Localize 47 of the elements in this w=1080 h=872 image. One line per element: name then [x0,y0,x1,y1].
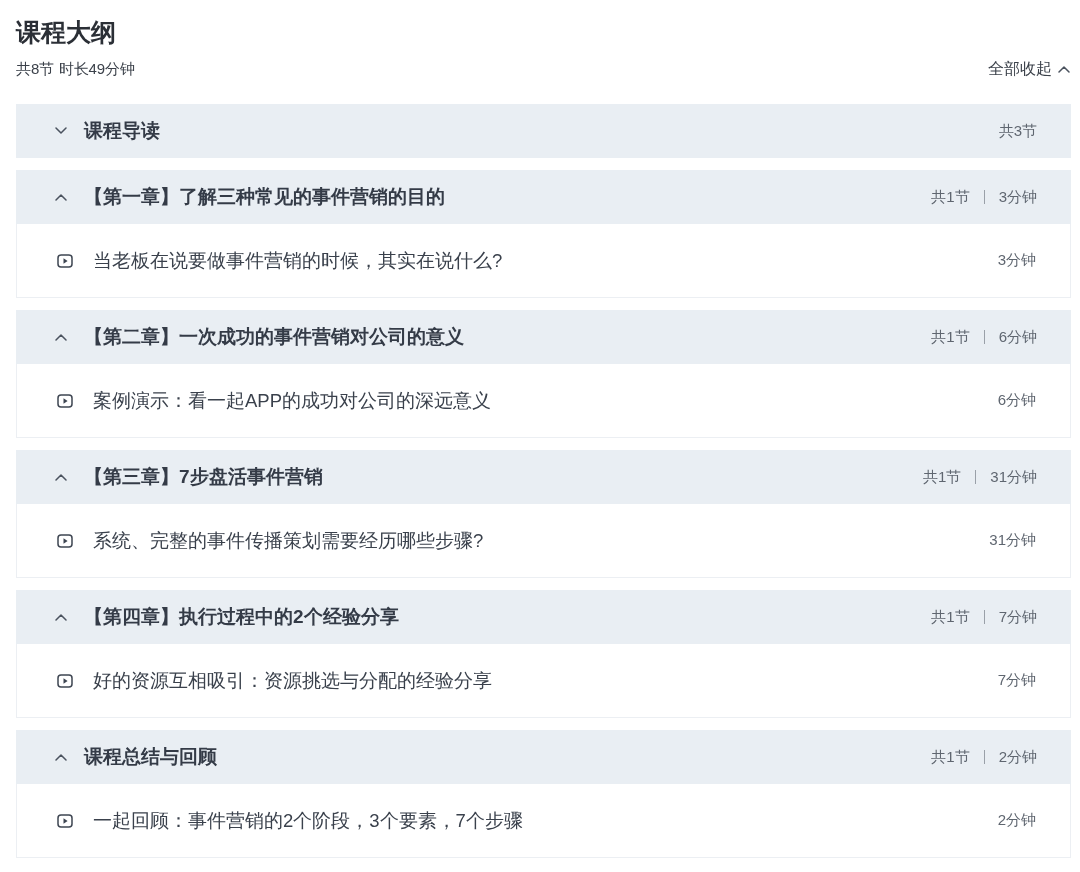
section-title: 课程导读 [84,119,160,143]
section-duration: 7分钟 [998,607,1037,627]
page-title: 课程大纲 [16,17,116,48]
lesson-row[interactable]: 系统、完整的事件传播策划需要经历哪些步骤? 31分钟 [16,504,1071,578]
section-duration: 2分钟 [998,747,1037,767]
section-header[interactable]: 【第四章】执行过程中的2个经验分享 共1节 7分钟 [16,590,1071,644]
section-title: 【第三章】7步盘活事件营销 [84,465,323,489]
lesson-count: 共1节 [931,747,970,767]
section-header[interactable]: 【第一章】了解三种常见的事件营销的目的 共1节 3分钟 [16,170,1071,224]
lesson-duration: 31分钟 [989,531,1036,550]
lesson-count: 共1节 [931,187,970,207]
section-header[interactable]: 课程导读 共3节 [16,104,1071,158]
video-play-icon [57,393,73,408]
section-title: 【第四章】执行过程中的2个经验分享 [84,605,399,629]
lesson-title: 系统、完整的事件传播策划需要经历哪些步骤? [93,529,484,553]
collapse-all-button[interactable]: 全部收起 [988,58,1071,80]
section-duration: 6分钟 [998,327,1037,347]
lesson-title: 案例演示：看一起APP的成功对公司的深远意义 [93,389,492,413]
video-play-icon [57,253,73,268]
section-duration: 3分钟 [998,187,1037,207]
lesson-count: 共1节 [922,467,962,487]
lesson-duration: 3分钟 [997,251,1036,270]
chevron-up-icon [1058,65,1070,73]
lesson-duration: 2分钟 [997,811,1036,830]
lesson-row[interactable]: 一起回顾：事件营销的2个阶段，3个要素，7个步骤 2分钟 [16,784,1071,858]
lesson-duration: 6分钟 [997,391,1036,410]
section-title: 课程总结与回顾 [84,745,217,769]
lesson-row[interactable]: 案例演示：看一起APP的成功对公司的深远意义 6分钟 [16,364,1071,438]
video-play-icon [57,673,73,688]
section-duration: 31分钟 [990,467,1037,487]
lesson-title: 一起回顾：事件营销的2个阶段，3个要素，7个步骤 [93,809,523,833]
lesson-row[interactable]: 当老板在说要做事件营销的时候，其实在说什么? 3分钟 [16,224,1071,298]
lesson-row[interactable]: 好的资源互相吸引：资源挑选与分配的经验分享 7分钟 [16,644,1071,718]
section-header[interactable]: 【第二章】一次成功的事件营销对公司的意义 共1节 6分钟 [16,310,1071,364]
lesson-title: 当老板在说要做事件营销的时候，其实在说什么? [93,249,503,273]
video-play-icon [57,533,73,548]
lesson-duration: 7分钟 [997,671,1036,690]
lesson-count: 共1节 [931,607,970,627]
section-header[interactable]: 【第三章】7步盘活事件营销 共1节 31分钟 [16,450,1071,504]
lesson-title: 好的资源互相吸引：资源挑选与分配的经验分享 [93,669,492,693]
section-title: 【第二章】一次成功的事件营销对公司的意义 [84,325,464,349]
video-play-icon [57,813,73,828]
section-title: 【第一章】了解三种常见的事件营销的目的 [84,185,445,209]
course-summary: 共8节 时长49分钟 [16,59,136,79]
lesson-count: 共3节 [998,121,1037,141]
section-header[interactable]: 课程总结与回顾 共1节 2分钟 [16,730,1071,784]
lesson-count: 共1节 [931,327,970,347]
